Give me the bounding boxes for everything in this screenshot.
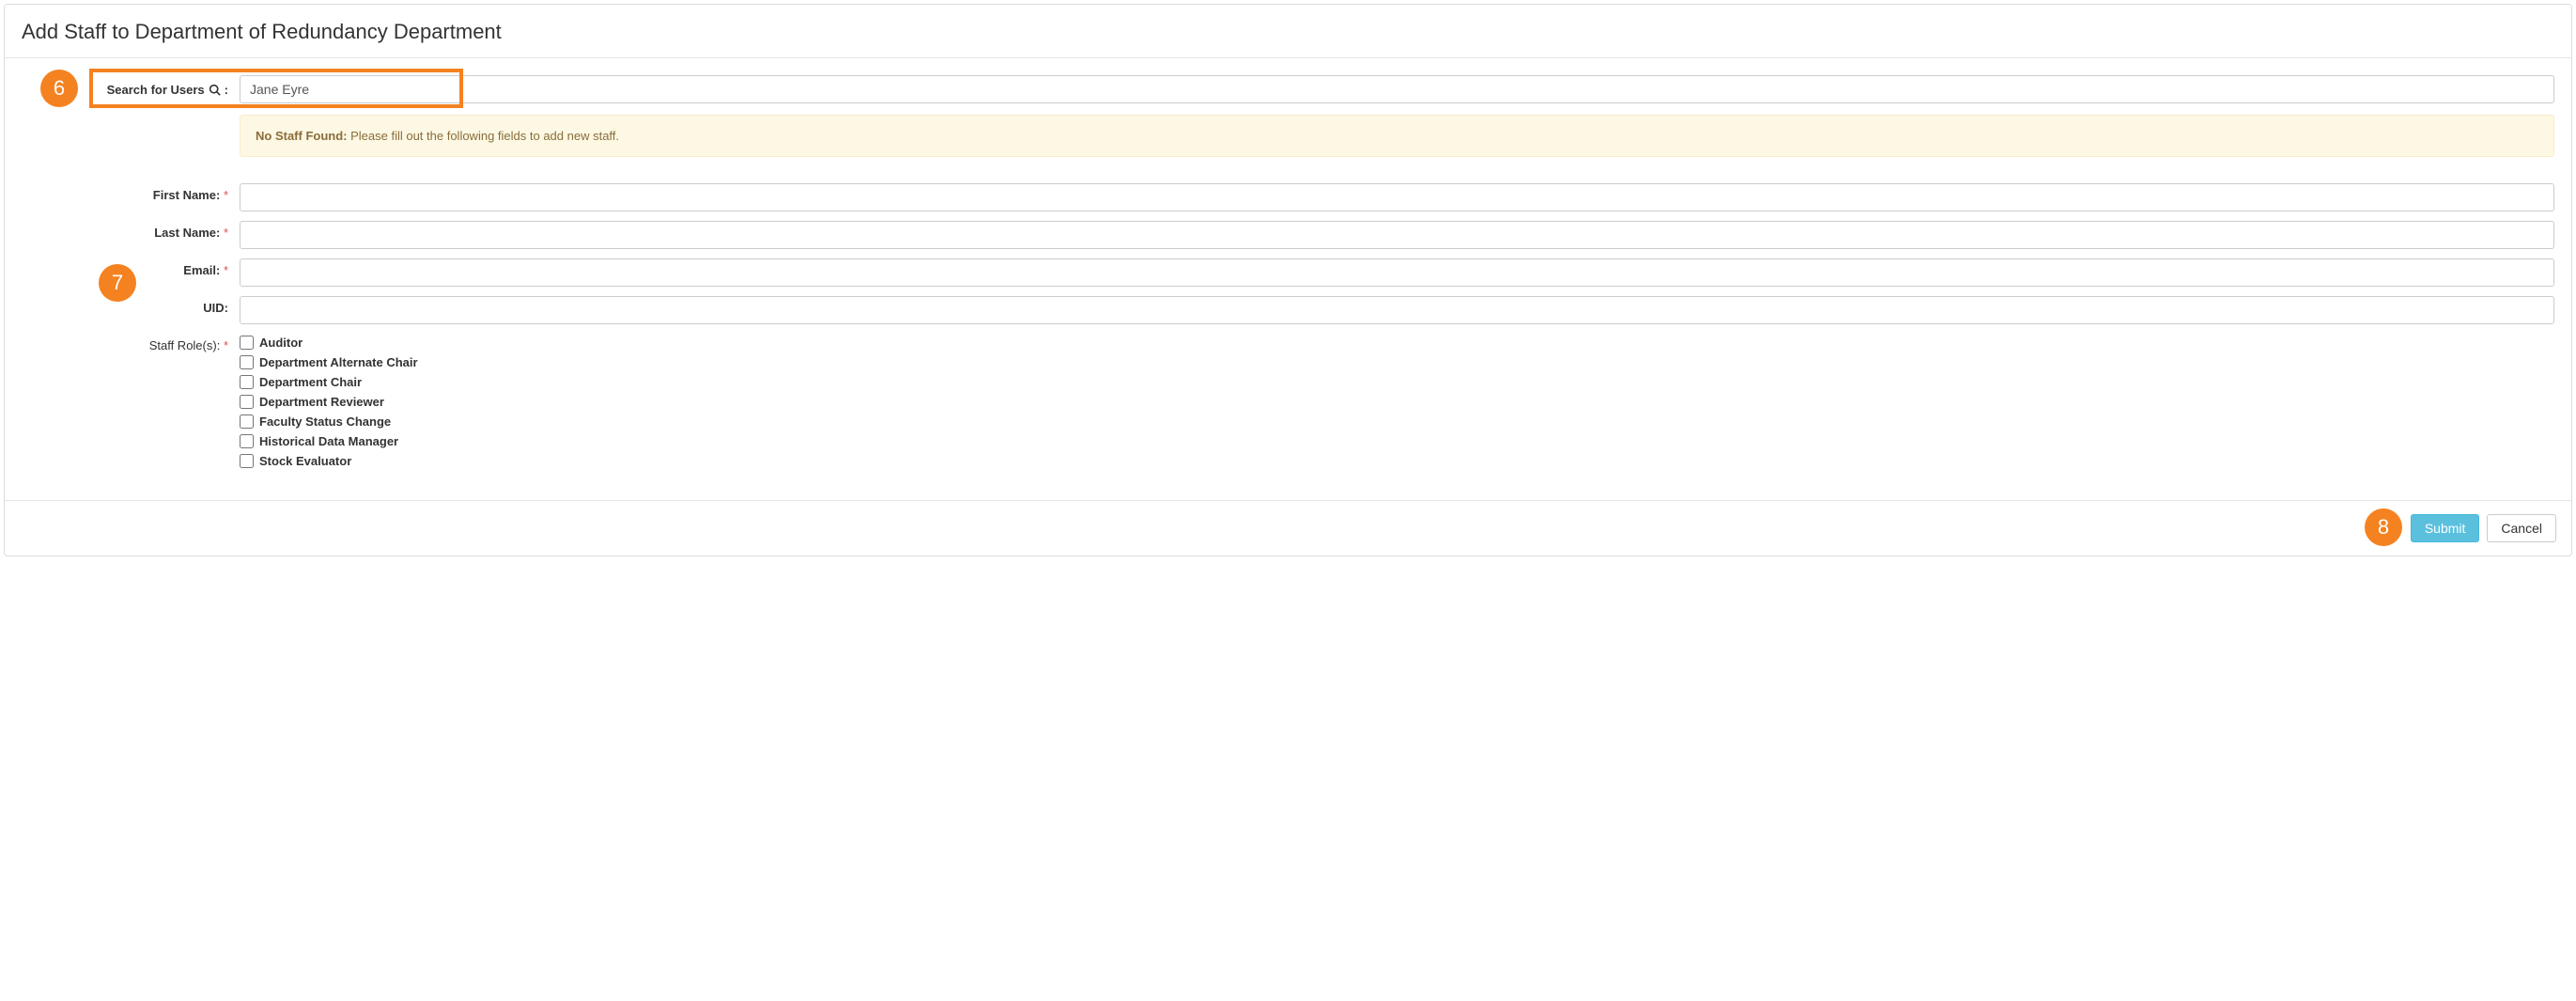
role-option: Historical Data Manager <box>240 434 2554 448</box>
role-checkbox[interactable] <box>240 395 254 409</box>
alert-row: No Staff Found: Please fill out the foll… <box>22 120 2554 183</box>
role-checkbox[interactable] <box>240 414 254 429</box>
email-input[interactable] <box>240 258 2554 287</box>
role-option: Faculty Status Change <box>240 414 2554 429</box>
role-label[interactable]: Auditor <box>259 336 303 350</box>
role-checkbox[interactable] <box>240 336 254 350</box>
role-label[interactable]: Department Alternate Chair <box>259 355 418 369</box>
add-staff-modal: Add Staff to Department of Redundancy De… <box>4 4 2572 556</box>
roles-checkbox-list: Auditor Department Alternate Chair Departm… <box>240 334 2554 468</box>
role-checkbox[interactable] <box>240 434 254 448</box>
role-label[interactable]: Department Reviewer <box>259 395 384 409</box>
role-label[interactable]: Department Chair <box>259 375 362 389</box>
role-option: Department Alternate Chair <box>240 355 2554 369</box>
role-option: Stock Evaluator <box>240 454 2554 468</box>
uid-row: UID: <box>22 296 2554 324</box>
role-label[interactable]: Faculty Status Change <box>259 414 391 429</box>
alert-strong: No Staff Found: <box>256 129 347 143</box>
annotation-badge-6: 6 <box>40 70 78 107</box>
role-option: Department Reviewer <box>240 395 2554 409</box>
last-name-label: Last Name: * <box>22 221 240 240</box>
last-name-row: Last Name: * <box>22 221 2554 249</box>
first-name-label: First Name: * <box>22 183 240 202</box>
uid-input[interactable] <box>240 296 2554 324</box>
uid-label: UID: <box>22 296 240 315</box>
first-name-row: First Name: * <box>22 183 2554 211</box>
modal-footer: Submit Cancel <box>5 500 2571 555</box>
email-row: Email: * <box>22 258 2554 287</box>
search-input-col <box>240 75 2554 103</box>
search-row: Search for Users : <box>22 75 2554 103</box>
role-label[interactable]: Historical Data Manager <box>259 434 398 448</box>
last-name-input[interactable] <box>240 221 2554 249</box>
role-option: Auditor <box>240 336 2554 350</box>
annotation-badge-7: 7 <box>99 264 136 302</box>
role-checkbox[interactable] <box>240 375 254 389</box>
submit-button[interactable]: Submit <box>2411 514 2480 542</box>
role-checkbox[interactable] <box>240 454 254 468</box>
role-checkbox[interactable] <box>240 355 254 369</box>
alert-text: Please fill out the following fields to … <box>347 129 619 143</box>
modal-title: Add Staff to Department of Redundancy De… <box>22 20 2554 44</box>
modal-body: Search for Users : No Staff Found: Pleas… <box>5 58 2571 500</box>
cancel-button[interactable]: Cancel <box>2487 514 2556 542</box>
role-label[interactable]: Stock Evaluator <box>259 454 351 468</box>
search-input[interactable] <box>240 75 2554 103</box>
first-name-input[interactable] <box>240 183 2554 211</box>
annotation-badge-8: 8 <box>2365 508 2402 546</box>
no-staff-alert: No Staff Found: Please fill out the foll… <box>240 115 2554 157</box>
search-label-text: Search for Users <box>107 83 205 97</box>
staff-roles-label: Staff Role(s): * <box>22 334 240 352</box>
staff-roles-row: Staff Role(s): * Auditor Department Alter… <box>22 334 2554 468</box>
role-option: Department Chair <box>240 375 2554 389</box>
modal-header: Add Staff to Department of Redundancy De… <box>5 5 2571 58</box>
search-icon <box>209 84 221 96</box>
